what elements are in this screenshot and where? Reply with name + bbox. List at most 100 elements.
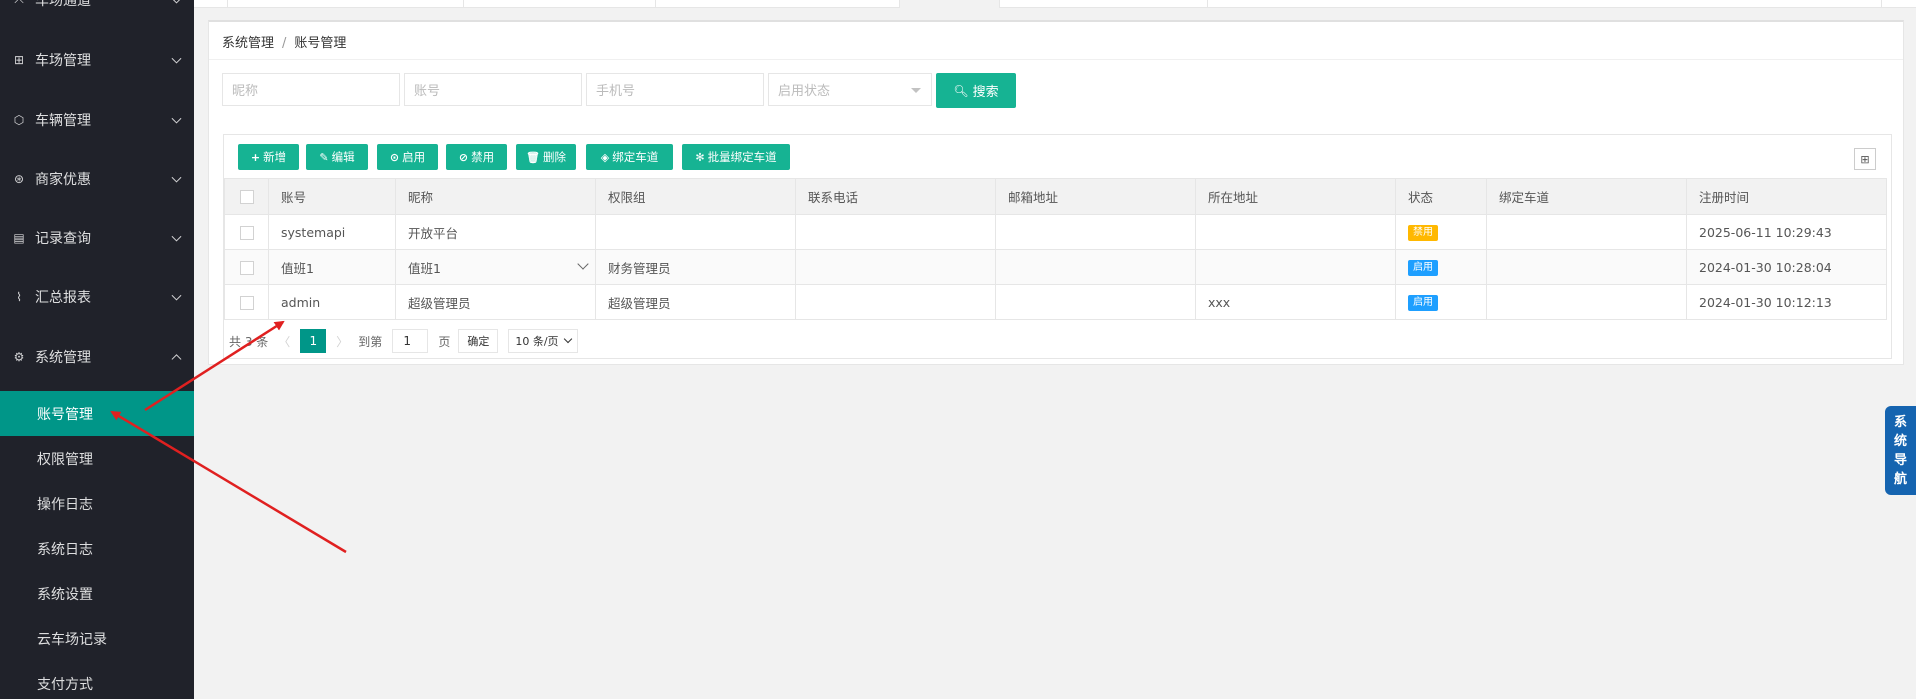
row-checkbox-cell[interactable] (224, 284, 269, 320)
row-checkbox[interactable] (239, 260, 254, 275)
search-button-label: 搜索 (972, 85, 999, 100)
row-checkbox[interactable] (239, 295, 254, 310)
chevron-down-icon[interactable] (577, 258, 589, 270)
columns-filter-icon[interactable]: ⊞ (1854, 148, 1876, 170)
select-all-checkbox-cell[interactable] (224, 178, 269, 215)
cell-account: systemapi (268, 214, 396, 250)
tab-bar-segment (900, 0, 1000, 8)
sidebar-item-merchant[interactable]: ⊛ 商家优惠 (0, 149, 194, 208)
submenu-item-operation-log[interactable]: 操作日志 (0, 481, 194, 526)
row-checkbox[interactable] (239, 225, 254, 240)
document-icon: ▤ (13, 230, 25, 245)
cell-email (995, 214, 1196, 250)
submenu-item-settings[interactable]: 系统设置 (0, 571, 194, 616)
cell-registered: 2025-06-11 10:29:43 (1686, 214, 1887, 250)
table-panel: + 新增 ✎ 编辑 ⊙ 启用 ⊘ 禁用 🗑︎ 删除 ◈ 绑定车道 ✻ 批量绑定车道 ⊞ 账号 … (223, 134, 1892, 359)
status-select[interactable]: 启用状态 (768, 73, 932, 106)
gear-icon: ⚙ (13, 349, 25, 364)
asterisk-icon: ✻ (695, 150, 705, 164)
table-toolbar: + 新增 ✎ 编辑 ⊙ 启用 ⊘ 禁用 🗑︎ 删除 ◈ 绑定车道 ✻ 批量绑定车道 ⊞ (224, 135, 1891, 178)
breadcrumb-parent[interactable]: 系统管理 (222, 36, 274, 51)
road-icon: ⤧ (12, 0, 26, 7)
submenu-item-accounts[interactable]: 账号管理 (0, 391, 194, 436)
table-header-row: 账号 昵称 权限组 联系电话 邮箱地址 所在地址 状态 绑定车道 注册时间 (224, 178, 1887, 215)
table-row[interactable]: admin 超级管理员 超级管理员 xxx 启用 2024-01-30 10:1… (224, 284, 1887, 320)
sidebar: ⤧ 车场通道 ⊞ 车场管理 ⬡ 车辆管理 ⊛ 商家优惠 ▤ 记录查询 ⌇ 汇总报… (0, 0, 194, 699)
sidebar-item-label: 车场管理 (35, 52, 91, 69)
cell-nickname: 值班1 (395, 249, 596, 285)
breadcrumb: 系统管理 / 账号管理 (222, 32, 346, 51)
chevron-down-icon (563, 334, 572, 344)
submenu-item-label: 账号管理 (37, 406, 93, 423)
chart-icon: ⌇ (16, 289, 22, 304)
column-header[interactable]: 绑定车道 (1486, 178, 1687, 215)
prev-page-icon[interactable]: 〈 (278, 333, 290, 350)
phone-input[interactable]: 手机号 (586, 73, 764, 106)
chevron-down-icon (171, 53, 182, 64)
goto-confirm-button[interactable]: 确定 (458, 329, 499, 353)
check-circle-icon: ⊙ (389, 150, 400, 164)
system-nav-tab[interactable]: 系统导航 (1885, 406, 1916, 495)
sidebar-item-vehicles[interactable]: ⬡ 车辆管理 (0, 90, 194, 149)
next-page-icon[interactable]: 〉 (336, 333, 348, 350)
tab-bar-segment (1000, 0, 1208, 8)
cell-account: admin (268, 284, 396, 320)
page-number-current[interactable]: 1 (300, 329, 327, 353)
sidebar-item-lanes[interactable]: ⤧ 车场通道 (0, 0, 194, 29)
submenu-item-label: 系统设置 (37, 586, 93, 603)
cell-address: xxx (1195, 284, 1396, 320)
submenu-item-system-log[interactable]: 系统日志 (0, 526, 194, 571)
column-header[interactable]: 昵称 (395, 178, 596, 215)
submenu-item-payment[interactable]: 支付方式 (0, 661, 194, 699)
chevron-down-icon (171, 231, 182, 242)
sidebar-item-system[interactable]: ⚙ 系统管理 (0, 327, 194, 386)
disable-button[interactable]: ⊘ 禁用 (446, 144, 507, 170)
edit-label: 编辑 (331, 150, 355, 164)
sidebar-item-records[interactable]: ▤ 记录查询 (0, 208, 194, 267)
bind-lane-button[interactable]: ◈ 绑定车道 (586, 144, 673, 170)
batch-bind-lane-button[interactable]: ✻ 批量绑定车道 (682, 144, 790, 170)
table-row[interactable]: 值班1 值班1 财务管理员 启用 2024-01-30 10:28:04 (224, 249, 1887, 285)
account-input[interactable]: 账号 (404, 73, 582, 106)
delete-label: 删除 (542, 150, 566, 164)
cell-lane (1486, 284, 1687, 320)
column-header[interactable]: 邮箱地址 (995, 178, 1196, 215)
column-header[interactable]: 状态 (1395, 178, 1487, 215)
sidebar-item-reports[interactable]: ⌇ 汇总报表 (0, 267, 194, 326)
submenu-item-cloud-records[interactable]: 云车场记录 (0, 616, 194, 661)
system-nav-char: 导 (1893, 452, 1907, 468)
sidebar-item-parking[interactable]: ⊞ 车场管理 (0, 30, 194, 89)
select-all-checkbox[interactable] (239, 190, 254, 205)
nickname-input[interactable]: 昵称 (222, 73, 400, 106)
add-label: 新增 (263, 150, 287, 164)
sidebar-item-label: 记录查询 (35, 230, 91, 247)
cell-account: 值班1 (268, 249, 396, 285)
tab-bar-segment (656, 0, 900, 8)
column-header[interactable]: 注册时间 (1686, 178, 1887, 215)
enable-button[interactable]: ⊙ 启用 (377, 144, 438, 170)
tab-bar (194, 0, 1916, 8)
cell-role: 超级管理员 (595, 284, 796, 320)
cell-role: 财务管理员 (595, 249, 796, 285)
column-header[interactable]: 账号 (268, 178, 396, 215)
breadcrumb-current: 账号管理 (294, 36, 347, 51)
column-header[interactable]: 权限组 (595, 178, 796, 215)
table-row[interactable]: systemapi 开放平台 禁用 2025-06-11 10:29:43 (224, 214, 1887, 250)
search-button[interactable]: 🔍︎ 搜索 (936, 73, 1016, 108)
page-size-select[interactable]: 10 条/页 (508, 329, 578, 353)
row-checkbox-cell[interactable] (224, 249, 269, 285)
page-size-value: 10 条/页 (515, 335, 559, 348)
column-header[interactable]: 所在地址 (1195, 178, 1396, 215)
coupon-icon: ⊛ (13, 171, 25, 186)
submenu-item-label: 系统日志 (37, 541, 93, 558)
submenu-item-permissions[interactable]: 权限管理 (0, 436, 194, 481)
delete-button[interactable]: 🗑︎ 删除 (516, 144, 576, 170)
row-checkbox-cell[interactable] (224, 214, 269, 250)
cell-phone (795, 249, 996, 285)
add-button[interactable]: + 新增 (238, 144, 299, 170)
goto-page-input[interactable]: 1 (392, 329, 429, 353)
edit-button[interactable]: ✎ 编辑 (306, 144, 368, 170)
cell-nickname-text: 值班1 (408, 260, 441, 276)
column-header[interactable]: 联系电话 (795, 178, 996, 215)
tab-bar-segment (464, 0, 656, 8)
